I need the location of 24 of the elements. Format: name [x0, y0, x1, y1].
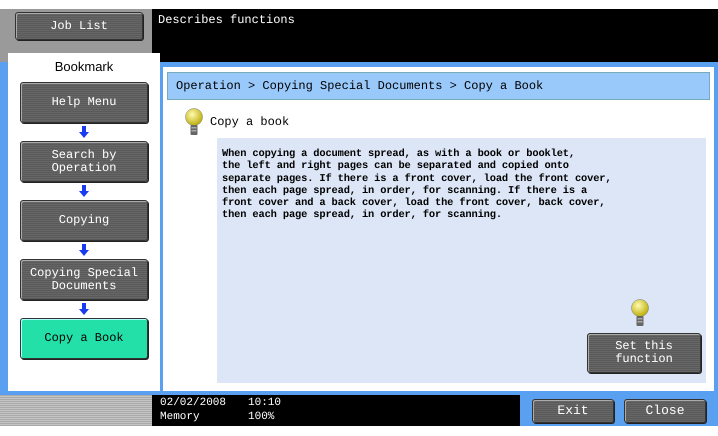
- message-text: Describes functions: [152, 9, 718, 62]
- memory-value: 100%: [248, 410, 276, 424]
- down-arrow-icon: [79, 185, 89, 197]
- breadcrumb: Operation > Copying Special Documents > Copy a Book: [167, 72, 710, 100]
- footer-button[interactable]: Exit: [532, 398, 614, 422]
- bookmark-button[interactable]: Copying Special Documents: [20, 259, 148, 300]
- description-text: When copying a document spread, as with a book or booklet, the left and right pages can be separated and copied onto separate pages. If there is a front cover, load the front cover, then each page spread, in order, for scanning. If there is a front cover and a back cover, load the front cover, back cover, then each page spread, in order, for scanning.: [222, 148, 612, 222]
- down-arrow-icon: [79, 244, 89, 256]
- bookmark-button[interactable]: Help Menu: [20, 82, 148, 123]
- time-text: 10:10: [248, 397, 282, 410]
- bookmark-button[interactable]: Copy a Book: [20, 318, 148, 359]
- topic-title: Copy a book: [210, 115, 290, 129]
- footer-button[interactable]: Close: [624, 398, 706, 422]
- down-arrow-icon: [79, 303, 89, 315]
- set-function-button[interactable]: Set this function: [587, 333, 701, 373]
- bookmark-button[interactable]: Copying: [20, 200, 148, 241]
- job-list-button[interactable]: Job List: [15, 12, 143, 40]
- down-arrow-icon: [79, 126, 89, 138]
- lightbulb-icon: [631, 299, 649, 327]
- lightbulb-icon: [185, 108, 203, 136]
- date-text: 02/02/2008: [160, 397, 228, 410]
- bookmark-button[interactable]: Search by Operation: [20, 141, 148, 182]
- bookmark-title: Bookmark: [54, 59, 114, 74]
- memory-label: Memory: [160, 410, 201, 424]
